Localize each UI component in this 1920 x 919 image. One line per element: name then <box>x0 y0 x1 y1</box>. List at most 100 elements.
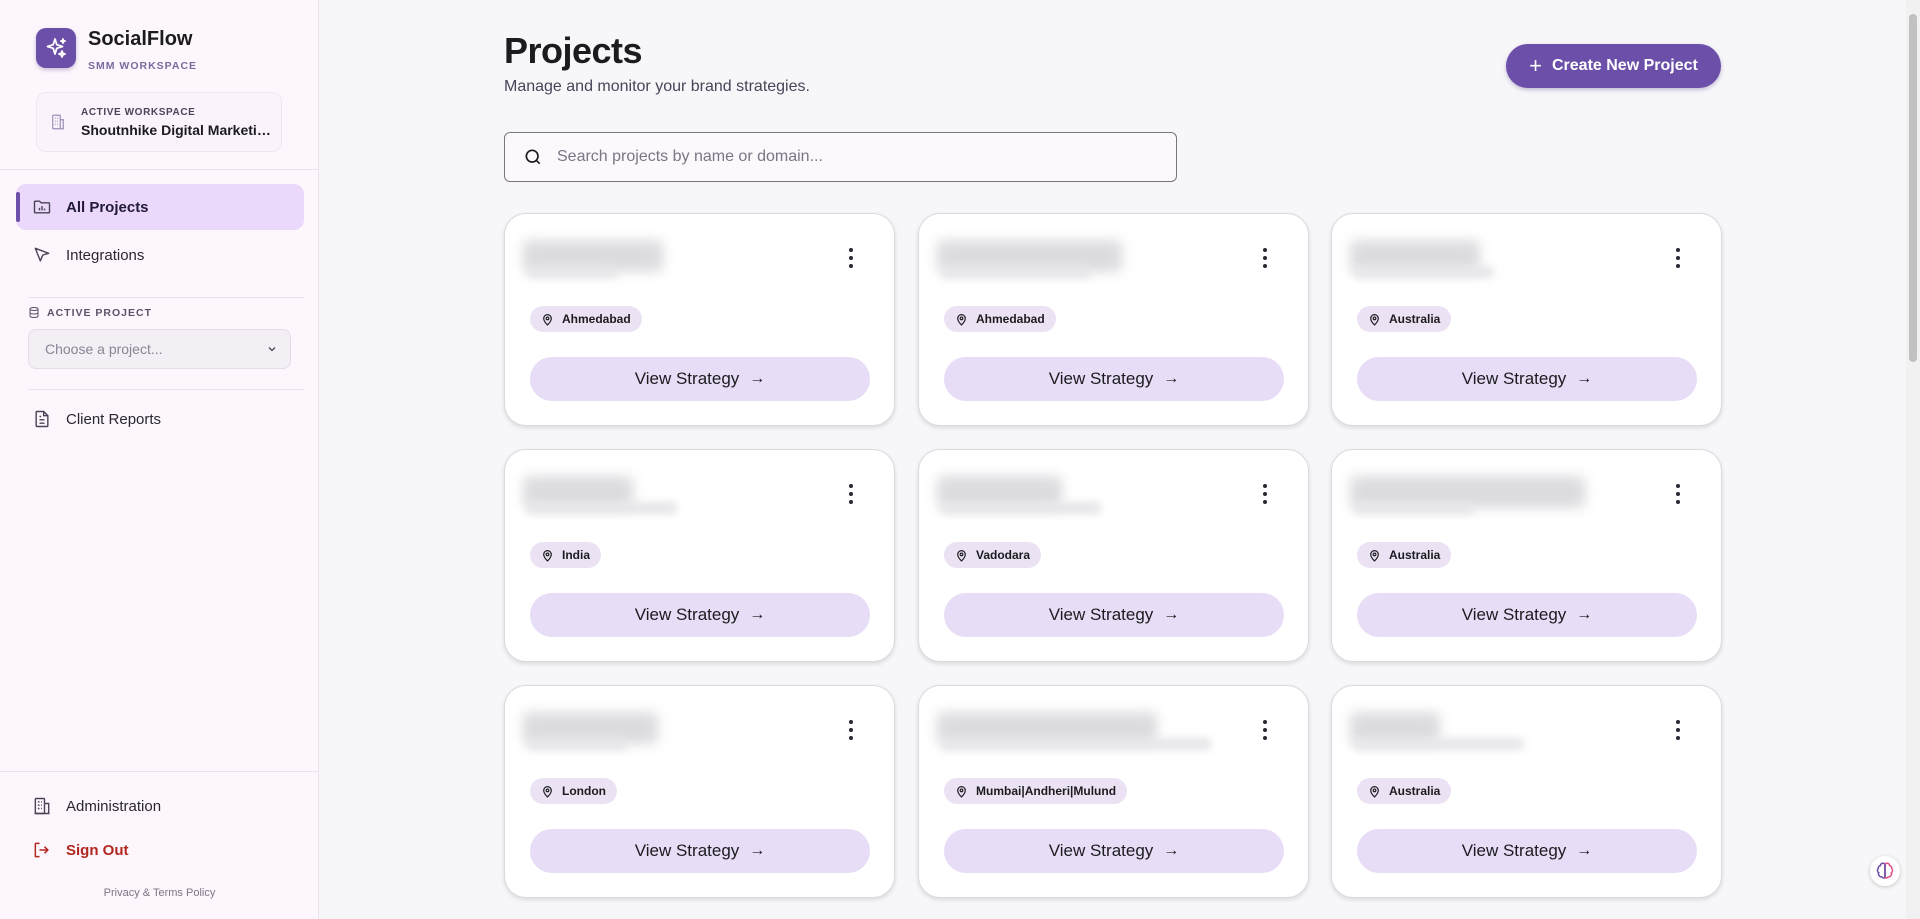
location-pin-icon <box>957 785 966 798</box>
location-pin-icon <box>543 549 552 562</box>
sidebar-item-label: Client Reports <box>66 410 162 428</box>
project-domain-redacted <box>1354 266 1494 278</box>
divider <box>28 297 304 298</box>
workspace-switcher[interactable]: ACTIVE WORKSPACE Shoutnhike Digital Mark… <box>36 92 282 152</box>
arrow-right-icon: → <box>1576 606 1593 623</box>
project-select-value: Choose a project... <box>45 341 163 357</box>
project-domain-redacted <box>1354 502 1474 514</box>
workspace-label: ACTIVE WORKSPACE <box>81 106 196 118</box>
location-pin-icon <box>543 313 552 326</box>
arrow-right-icon: → <box>1163 370 1180 387</box>
location-pin-icon <box>1370 785 1379 798</box>
office-icon <box>34 797 50 815</box>
project-card[interactable]: Australia View Strategy → <box>1331 449 1722 662</box>
more-vertical-icon[interactable] <box>1673 484 1683 504</box>
location-pin-icon <box>543 785 552 798</box>
cursor-icon <box>34 247 50 262</box>
view-strategy-button[interactable]: View Strategy → <box>1357 357 1697 401</box>
location-chip: Vadodara <box>944 542 1042 568</box>
more-vertical-icon[interactable] <box>1260 720 1270 740</box>
location-pin-icon <box>1370 549 1379 562</box>
more-vertical-icon[interactable] <box>1673 248 1683 268</box>
sidebar-item-client-reports[interactable]: Client Reports <box>16 396 304 442</box>
search-bar[interactable] <box>504 132 1177 182</box>
more-vertical-icon[interactable] <box>1673 720 1683 740</box>
location-chip: Australia <box>1357 542 1452 568</box>
more-vertical-icon[interactable] <box>846 248 856 268</box>
database-icon <box>29 307 39 319</box>
view-strategy-button[interactable]: View Strategy → <box>944 829 1284 873</box>
more-vertical-icon[interactable] <box>1260 248 1270 268</box>
brand-subtitle: SMM WORKSPACE <box>88 60 198 72</box>
arrow-right-icon: → <box>1163 606 1180 623</box>
plus-icon: + <box>1529 53 1542 78</box>
search-input[interactable] <box>557 148 1137 166</box>
view-strategy-button[interactable]: View Strategy → <box>530 357 870 401</box>
project-card[interactable]: Australia View Strategy → <box>1331 685 1722 898</box>
more-vertical-icon[interactable] <box>846 484 856 504</box>
project-card[interactable]: Ahmedabad View Strategy → <box>504 213 895 426</box>
project-card[interactable]: London View Strategy → <box>504 685 895 898</box>
project-domain-redacted <box>941 502 1101 514</box>
location-chip: Australia <box>1357 306 1452 332</box>
scrollbar-thumb[interactable] <box>1909 14 1917 362</box>
project-domain-redacted <box>1354 738 1524 750</box>
sparkle-icon <box>36 28 76 68</box>
project-card[interactable]: India View Strategy → <box>504 449 895 662</box>
privacy-link[interactable]: Privacy & Terms Policy <box>0 887 319 899</box>
arrow-right-icon: → <box>749 842 766 859</box>
view-strategy-button[interactable]: View Strategy → <box>944 593 1284 637</box>
arrow-right-icon: → <box>1163 842 1180 859</box>
create-new-project-button[interactable]: + Create New Project <box>1506 44 1721 88</box>
project-domain-redacted <box>527 502 677 514</box>
folder-chart-icon <box>33 200 51 214</box>
arrow-right-icon: → <box>749 606 766 623</box>
location-chip: Ahmedabad <box>530 306 642 332</box>
search-icon <box>525 149 541 165</box>
location-chip: Australia <box>1357 778 1452 804</box>
page-scrollbar[interactable] <box>1906 0 1920 919</box>
view-strategy-button[interactable]: View Strategy → <box>1357 829 1697 873</box>
logout-icon <box>34 842 49 858</box>
divider <box>0 169 319 170</box>
sidebar-item-label: All Projects <box>66 198 149 216</box>
project-domain-redacted <box>527 738 627 750</box>
page-title: Projects <box>504 30 643 71</box>
divider <box>28 389 304 390</box>
location-pin-icon <box>957 549 966 562</box>
project-card[interactable]: Australia View Strategy → <box>1331 213 1722 426</box>
building-icon <box>52 114 64 130</box>
arrow-right-icon: → <box>1576 370 1593 387</box>
sign-out-label: Sign Out <box>66 841 129 859</box>
more-vertical-icon[interactable] <box>1260 484 1270 504</box>
project-domain-redacted <box>941 738 1211 750</box>
location-chip: London <box>530 778 617 804</box>
arrow-right-icon: → <box>749 370 766 387</box>
more-vertical-icon[interactable] <box>846 720 856 740</box>
location-pin-icon <box>1370 313 1379 326</box>
project-card[interactable]: Vadodara View Strategy → <box>918 449 1309 662</box>
project-select[interactable]: Choose a project... <box>28 329 291 369</box>
sign-out-button[interactable]: Sign Out <box>16 827 304 873</box>
project-card[interactable]: Mumbai|Andheri|Mulund View Strategy → <box>918 685 1309 898</box>
location-pin-icon <box>957 313 966 326</box>
project-domain-redacted <box>941 266 1091 278</box>
divider <box>0 771 319 772</box>
project-card[interactable]: Ahmedabad View Strategy → <box>918 213 1309 426</box>
view-strategy-button[interactable]: View Strategy → <box>1357 593 1697 637</box>
brand[interactable]: SocialFlow SMM WORKSPACE <box>36 28 197 72</box>
view-strategy-button[interactable]: View Strategy → <box>530 829 870 873</box>
workspace-name: Shoutnhike Digital Marketing... <box>81 121 277 138</box>
active-project-label: ACTIVE PROJECT <box>28 306 152 319</box>
brand-name: SocialFlow <box>88 28 193 50</box>
location-chip: Mumbai|Andheri|Mulund <box>944 778 1128 804</box>
sidebar-item-administration[interactable]: Administration <box>16 783 304 829</box>
assistant-brain-icon[interactable] <box>1870 856 1900 886</box>
sidebar: SocialFlow SMM WORKSPACE ACTIVE WORKSPAC… <box>0 0 319 919</box>
arrow-right-icon: → <box>1576 842 1593 859</box>
sidebar-item-integrations[interactable]: Integrations <box>16 232 304 278</box>
view-strategy-button[interactable]: View Strategy → <box>944 357 1284 401</box>
sidebar-item-all-projects[interactable]: All Projects <box>16 184 304 230</box>
view-strategy-button[interactable]: View Strategy → <box>530 593 870 637</box>
create-button-label: Create New Project <box>1552 57 1698 74</box>
